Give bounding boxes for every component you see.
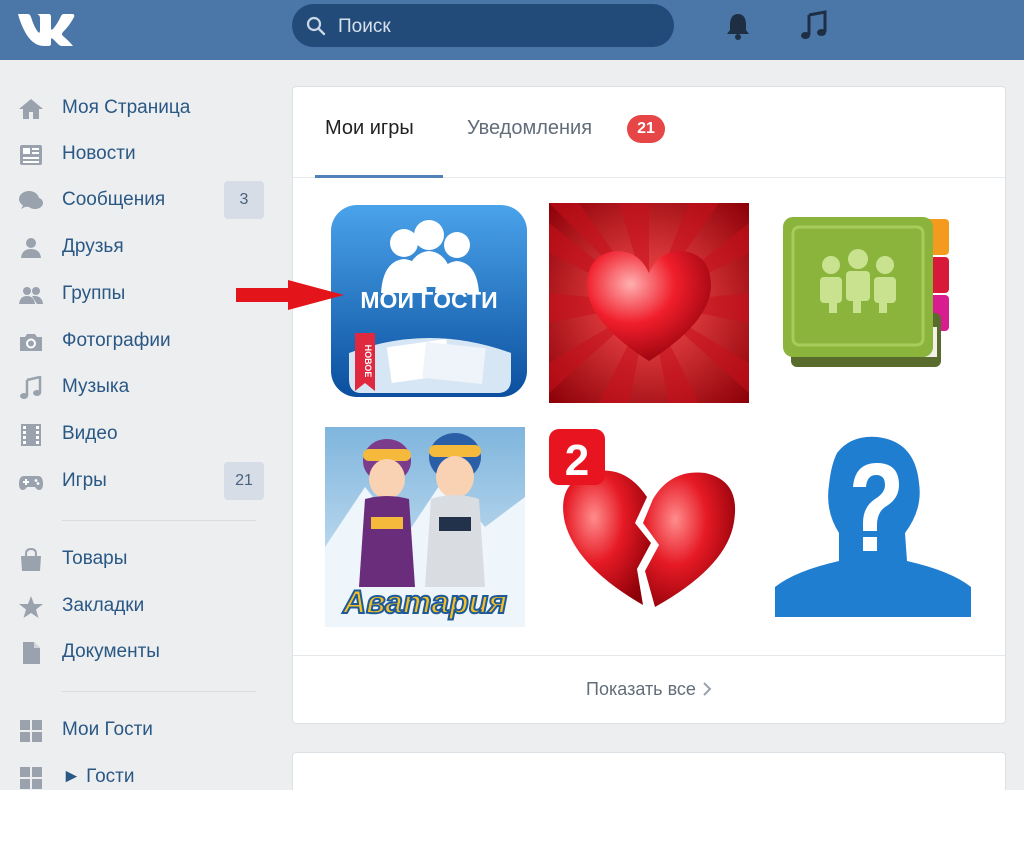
search-icon xyxy=(306,16,326,36)
show-all-link[interactable]: Показать все xyxy=(293,679,1005,709)
film-icon xyxy=(21,424,41,446)
news-icon xyxy=(20,145,42,165)
notifications-count-badge: 21 xyxy=(627,115,665,143)
sidebar-item-bookmarks[interactable]: Закладки xyxy=(0,584,280,628)
chevron-right-icon xyxy=(703,682,712,696)
game-tile-avatariya[interactable]: Аватария xyxy=(325,427,525,627)
secondary-panel xyxy=(292,752,1006,790)
game-tile-broken-heart[interactable]: 2 xyxy=(547,427,747,627)
games-count-badge: 21 xyxy=(224,462,264,500)
top-bar xyxy=(0,0,1024,60)
sidebar-item-music[interactable]: Музыка xyxy=(0,365,280,409)
shopping-bag-icon xyxy=(21,548,41,571)
sidebar-item-photos[interactable]: Фотографии xyxy=(0,319,280,363)
sidebar-item-label: Новости xyxy=(62,143,136,164)
tab-label: Уведомления xyxy=(467,117,593,139)
panel-divider xyxy=(293,655,1005,656)
tile-caption: МОИ ГОСТИ xyxy=(360,287,497,313)
sidebar-item-label: Документы xyxy=(62,641,160,662)
sidebar-item-my-guests[interactable]: Мои Гости xyxy=(0,708,280,752)
sidebar-item-label: Игры xyxy=(62,470,107,491)
sidebar-item-news[interactable]: Новости xyxy=(0,132,280,176)
tile-badge: 2 xyxy=(565,436,589,485)
sidebar-item-label: Сообщения xyxy=(62,189,166,210)
sidebar-item-label: Фотографии xyxy=(62,330,171,351)
games-tabs: Мои игры Уведомления 21 xyxy=(293,87,1005,178)
sidebar-item-label: Закладки xyxy=(62,595,145,616)
sidebar-divider xyxy=(62,520,256,521)
game-tile-moi-gosti[interactable]: МОИ ГОСТИ НОВОЕ xyxy=(329,203,529,403)
sidebar-item-my-page[interactable]: Моя Страница xyxy=(0,86,280,130)
game-tile-heart[interactable] xyxy=(549,203,749,403)
tab-label: Мои игры xyxy=(325,117,414,139)
tab-notifications[interactable]: Уведомления 21 xyxy=(463,87,683,177)
sidebar-item-goods[interactable]: Товары xyxy=(0,537,280,581)
sidebar-item-label: Друзья xyxy=(62,236,124,257)
sidebar-item-label: Видео xyxy=(62,423,118,444)
vk-logo-icon[interactable] xyxy=(16,8,76,48)
show-all-label: Показать все xyxy=(586,679,696,699)
left-sidebar: Моя Страница Новости Сообщения 3 Друзья … xyxy=(0,60,280,790)
sidebar-item-messages[interactable]: Сообщения 3 xyxy=(0,178,280,222)
sidebar-item-label: Группы xyxy=(62,283,126,304)
sidebar-item-label: ► Гости xyxy=(62,766,135,787)
sidebar-item-games[interactable]: Игры 21 xyxy=(0,459,280,503)
messages-count-badge: 3 xyxy=(224,181,264,219)
sidebar-item-label: Мои Гости xyxy=(62,719,153,740)
sidebar-item-label: Товары xyxy=(62,548,128,569)
sidebar-item-label: Моя Страница xyxy=(62,97,191,118)
search-input[interactable] xyxy=(336,4,660,49)
music-note-icon xyxy=(20,376,42,399)
sidebar-item-guests[interactable]: ► Гости xyxy=(0,755,280,790)
bell-icon[interactable] xyxy=(722,10,754,42)
messages-icon xyxy=(19,191,43,209)
sidebar-item-documents[interactable]: Документы xyxy=(0,630,280,674)
home-icon xyxy=(19,99,43,119)
app-grid-icon xyxy=(20,767,42,789)
game-tile-mystery-person[interactable] xyxy=(773,427,973,627)
games-panel: Мои игры Уведомления 21 МОИ ГОСТИ НОВОЕ xyxy=(292,86,1006,724)
sidebar-item-label: Музыка xyxy=(62,376,130,397)
sidebar-item-video[interactable]: Видео xyxy=(0,412,280,456)
tile-caption: Аватария xyxy=(342,584,507,620)
friend-icon xyxy=(21,238,41,258)
tile-ribbon: НОВОЕ xyxy=(363,345,373,378)
groups-icon xyxy=(19,287,43,304)
search-box[interactable] xyxy=(292,4,674,49)
star-icon xyxy=(19,596,43,618)
red-arrow-annotation xyxy=(236,280,344,310)
sidebar-item-friends[interactable]: Друзья xyxy=(0,225,280,269)
gamepad-icon xyxy=(19,476,43,490)
app-grid-icon xyxy=(20,720,42,742)
game-tile-green-book[interactable] xyxy=(769,203,969,403)
sidebar-divider xyxy=(62,691,256,692)
camera-icon xyxy=(20,334,42,351)
document-icon xyxy=(23,642,40,664)
music-icon[interactable] xyxy=(798,10,830,42)
tab-my-games[interactable]: Мои игры xyxy=(315,87,443,178)
vk-app: Моя Страница Новости Сообщения 3 Друзья … xyxy=(0,0,1024,790)
